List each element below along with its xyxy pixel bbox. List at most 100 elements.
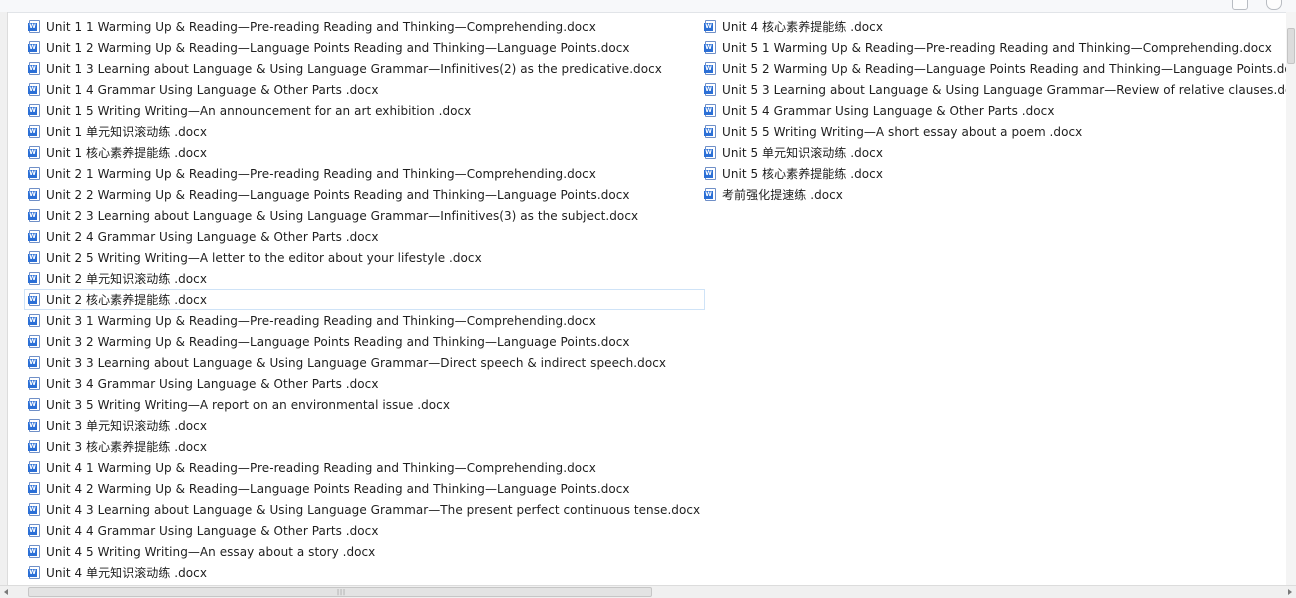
file-name: 考前强化提速练 .docx (722, 188, 843, 202)
file-item[interactable]: W Unit 2 4 Grammar Using Language & Other… (24, 226, 705, 247)
file-item[interactable]: W Unit 3 1 Warming Up & Reading—Pre-readi… (24, 310, 705, 331)
file-item[interactable]: W 考前强化提速练 .docx (700, 184, 1296, 205)
file-item[interactable]: W Unit 4 1 Warming Up & Reading—Pre-readi… (24, 457, 705, 478)
word-doc-icon: W (704, 124, 717, 139)
file-item[interactable]: W Unit 2 3 Learning about Language & Usin… (24, 205, 705, 226)
file-item[interactable]: W Unit 4 核心素养提能练 .docx (700, 16, 1296, 37)
horizontal-scrollbar[interactable]: ||| (0, 585, 1296, 598)
navigation-pane-edge (0, 12, 8, 586)
file-item[interactable]: W Unit 5 核心素养提能练 .docx (700, 163, 1296, 184)
word-doc-icon: W (28, 544, 41, 559)
word-doc-icon: W (28, 187, 41, 202)
file-name: Unit 5 1 Warming Up & Reading—Pre-readin… (722, 40, 1272, 55)
word-doc-icon: W (28, 40, 41, 55)
window-top-bar (0, 0, 1296, 13)
file-name: Unit 4 4 Grammar Using Language & Other … (46, 523, 379, 538)
file-name: Unit 2 单元知识滚动练 .docx (46, 272, 207, 286)
word-doc-icon: W (28, 502, 41, 517)
file-name: Unit 1 1 Warming Up & Reading—Pre-readin… (46, 19, 596, 34)
word-doc-icon: W (28, 250, 41, 265)
file-item[interactable]: W Unit 4 3 Learning about Language & Usin… (24, 499, 705, 520)
file-name: Unit 1 核心素养提能练 .docx (46, 146, 207, 160)
file-item[interactable]: W Unit 5 3 Learning about Language & Usin… (700, 79, 1296, 100)
file-name: Unit 4 2 Warming Up & Reading—Language P… (46, 481, 630, 496)
file-item[interactable]: W Unit 4 2 Warming Up & Reading—Language … (24, 478, 705, 499)
file-name: Unit 1 2 Warming Up & Reading—Language P… (46, 40, 630, 55)
file-name: Unit 2 核心素养提能练 .docx (46, 293, 207, 307)
scroll-left-icon[interactable] (4, 589, 8, 595)
word-doc-icon: W (28, 166, 41, 181)
file-item[interactable]: W Unit 5 2 Warming Up & Reading—Language … (700, 58, 1296, 79)
file-name: Unit 5 5 Writing Writing—A short essay a… (722, 124, 1083, 139)
view-options-button[interactable] (1232, 0, 1248, 10)
file-item[interactable]: W Unit 1 核心素养提能练 .docx (24, 142, 705, 163)
file-name: Unit 3 2 Warming Up & Reading—Language P… (46, 334, 630, 349)
file-list-column-2: W Unit 4 核心素养提能练 .docx W Unit 5 1 Warming U… (700, 16, 1296, 205)
file-name: Unit 2 1 Warming Up & Reading—Pre-readin… (46, 166, 596, 181)
file-name: Unit 3 单元知识滚动练 .docx (46, 419, 207, 433)
file-item[interactable]: W Unit 5 单元知识滚动练 .docx (700, 142, 1296, 163)
file-item[interactable]: W Unit 5 5 Writing Writing—A short essay … (700, 121, 1296, 142)
word-doc-icon: W (28, 271, 41, 286)
file-item[interactable]: W Unit 1 3 Learning about Language & Usin… (24, 58, 705, 79)
file-list-column-1: W Unit 1 1 Warming Up & Reading—Pre-readi… (24, 16, 706, 583)
file-name: Unit 1 单元知识滚动练 .docx (46, 125, 207, 139)
file-name: Unit 4 核心素养提能练 .docx (722, 20, 883, 34)
vertical-scrollbar[interactable] (1286, 12, 1296, 586)
word-doc-icon: W (28, 397, 41, 412)
file-item[interactable]: W Unit 4 5 Writing Writing—An essay about… (24, 541, 705, 562)
word-doc-icon: W (28, 376, 41, 391)
file-item[interactable]: W Unit 5 1 Warming Up & Reading—Pre-readi… (700, 37, 1296, 58)
file-item[interactable]: W Unit 2 核心素养提能练 .docx (24, 289, 706, 310)
file-name: Unit 3 1 Warming Up & Reading—Pre-readin… (46, 313, 596, 328)
word-doc-icon: W (704, 19, 717, 34)
file-item[interactable]: W Unit 1 2 Warming Up & Reading—Language … (24, 37, 705, 58)
word-doc-icon: W (704, 103, 717, 118)
file-item[interactable]: W Unit 2 单元知识滚动练 .docx (24, 268, 705, 289)
help-button[interactable] (1266, 0, 1282, 10)
word-doc-icon: W (28, 208, 41, 223)
word-doc-icon: W (28, 61, 41, 76)
file-item[interactable]: W Unit 1 5 Writing Writing—An announcemen… (24, 100, 705, 121)
file-item[interactable]: W Unit 4 4 Grammar Using Language & Other… (24, 520, 705, 541)
word-doc-icon: W (28, 481, 41, 496)
file-name: Unit 5 单元知识滚动练 .docx (722, 146, 883, 160)
word-doc-icon: W (28, 460, 41, 475)
file-name: Unit 3 5 Writing Writing—A report on an … (46, 397, 450, 412)
word-doc-icon: W (28, 313, 41, 328)
file-item[interactable]: W Unit 5 4 Grammar Using Language & Other… (700, 100, 1296, 121)
word-doc-icon: W (28, 229, 41, 244)
file-item[interactable]: W Unit 1 4 Grammar Using Language & Other… (24, 79, 705, 100)
word-doc-icon: W (28, 103, 41, 118)
file-item[interactable]: W Unit 3 2 Warming Up & Reading—Language … (24, 331, 705, 352)
horizontal-scroll-thumb[interactable]: ||| (28, 587, 652, 597)
file-name: Unit 2 3 Learning about Language & Using… (46, 208, 639, 223)
file-item[interactable]: W Unit 2 2 Warming Up & Reading—Language … (24, 184, 705, 205)
file-item[interactable]: W Unit 3 5 Writing Writing—A report on an… (24, 394, 705, 415)
file-name: Unit 4 5 Writing Writing—An essay about … (46, 544, 376, 559)
file-item[interactable]: W Unit 2 5 Writing Writing—A letter to th… (24, 247, 705, 268)
word-doc-icon: W (704, 166, 717, 181)
word-doc-icon: W (28, 355, 41, 370)
file-name: Unit 2 2 Warming Up & Reading—Language P… (46, 187, 630, 202)
scroll-right-icon[interactable] (1288, 589, 1292, 595)
file-item[interactable]: W Unit 4 单元知识滚动练 .docx (24, 562, 705, 583)
vertical-scroll-thumb[interactable] (1287, 28, 1295, 64)
word-doc-icon: W (704, 82, 717, 97)
file-name: Unit 5 2 Warming Up & Reading—Language P… (722, 61, 1296, 76)
file-name: Unit 5 3 Learning about Language & Using… (722, 82, 1296, 97)
file-item[interactable]: W Unit 1 单元知识滚动练 .docx (24, 121, 705, 142)
file-item[interactable]: W Unit 3 4 Grammar Using Language & Other… (24, 373, 705, 394)
scroll-grip-icon: ||| (337, 589, 347, 596)
word-doc-icon: W (28, 292, 41, 307)
file-item[interactable]: W Unit 1 1 Warming Up & Reading—Pre-readi… (24, 16, 705, 37)
file-name: Unit 3 4 Grammar Using Language & Other … (46, 376, 379, 391)
file-name: Unit 2 5 Writing Writing—A letter to the… (46, 250, 482, 265)
word-doc-icon: W (28, 418, 41, 433)
file-item[interactable]: W Unit 3 单元知识滚动练 .docx (24, 415, 705, 436)
file-name: Unit 4 3 Learning about Language & Using… (46, 502, 701, 517)
file-name: Unit 1 5 Writing Writing—An announcement… (46, 103, 472, 118)
file-item[interactable]: W Unit 3 核心素养提能练 .docx (24, 436, 705, 457)
file-item[interactable]: W Unit 3 3 Learning about Language & Usin… (24, 352, 705, 373)
file-item[interactable]: W Unit 2 1 Warming Up & Reading—Pre-readi… (24, 163, 705, 184)
